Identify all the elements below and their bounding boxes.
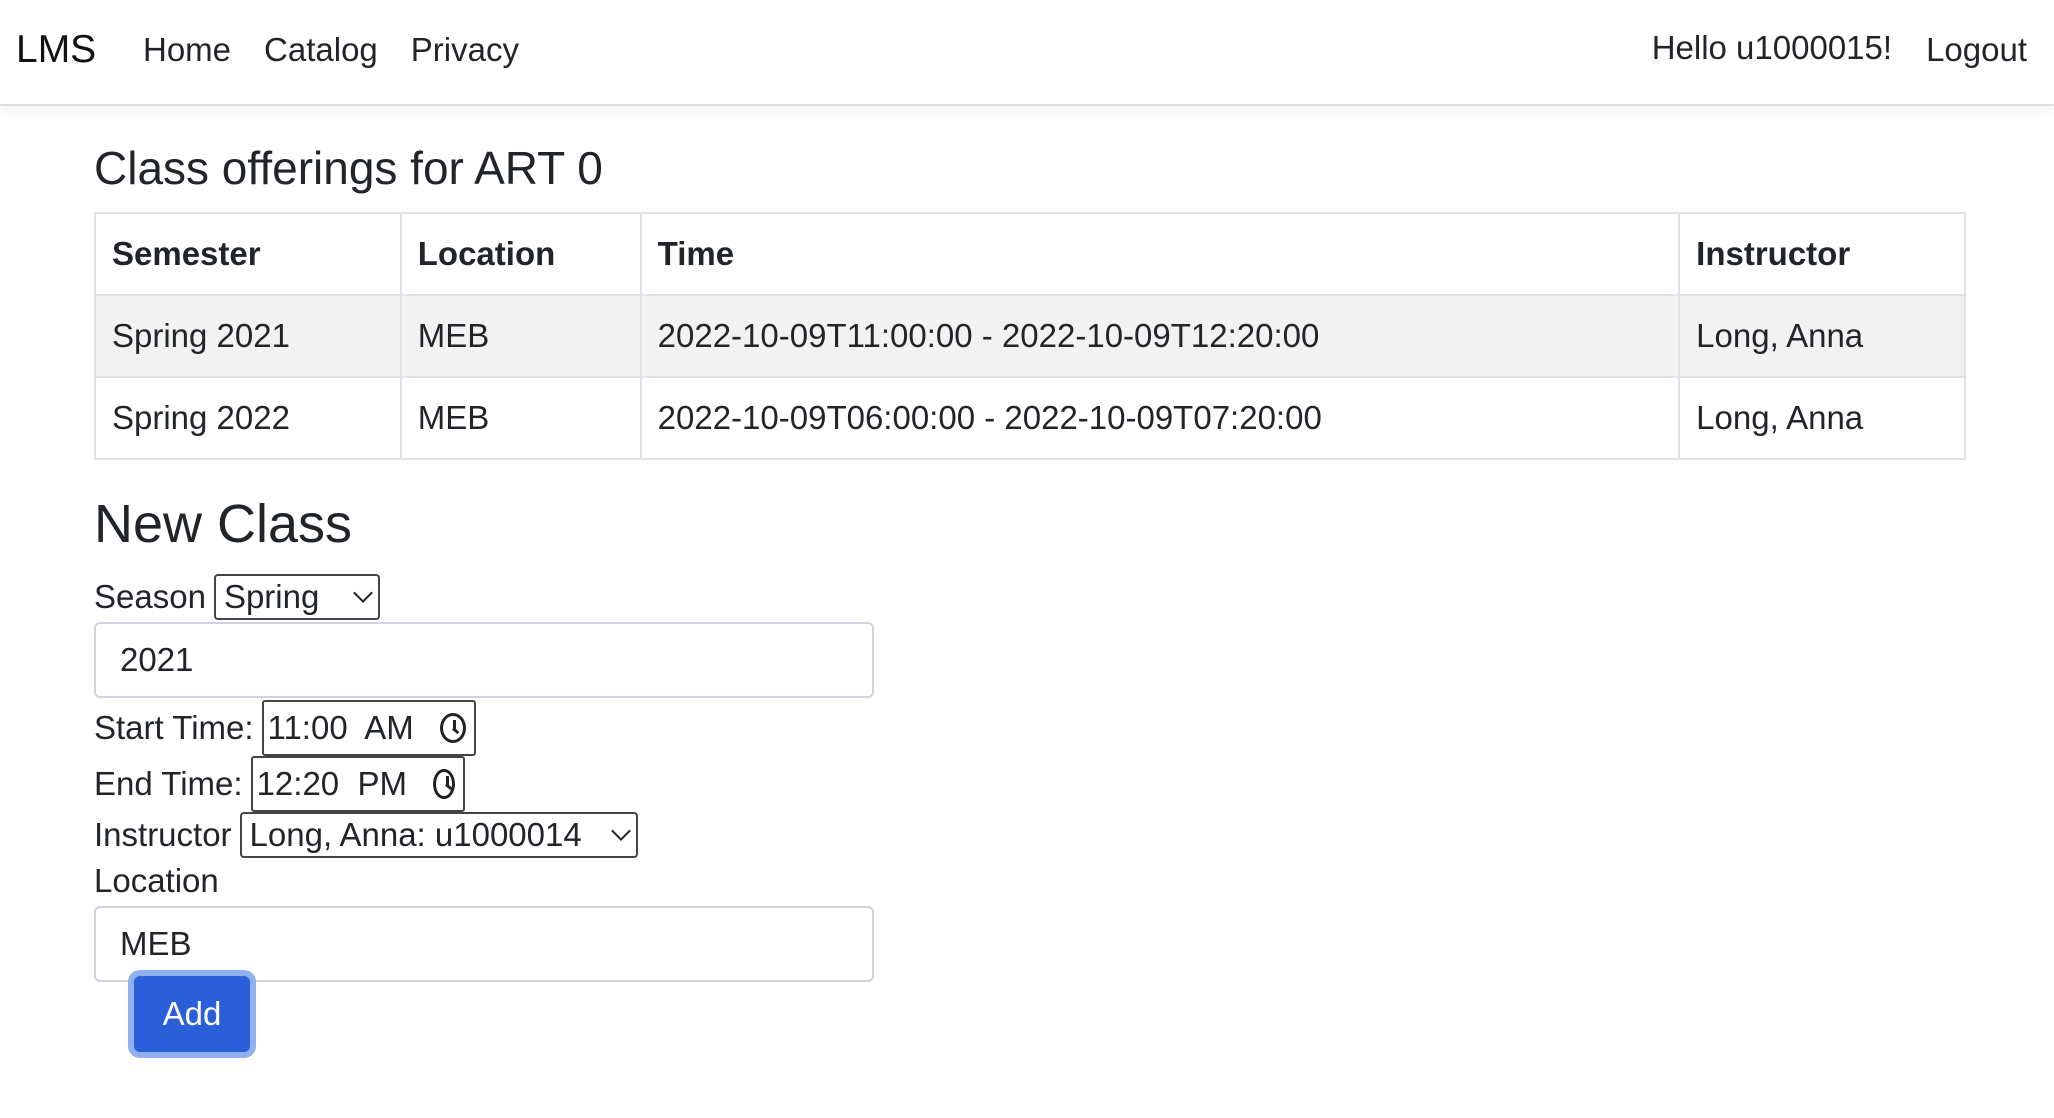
cell-instructor: Long, Anna [1678,376,1966,460]
logout-link[interactable]: Logout [1926,26,2027,74]
chevron-down-icon [353,583,373,603]
clock-icon[interactable] [439,713,466,743]
user-greeting[interactable]: Hello u1000015! [1652,24,1892,72]
nav-link-catalog[interactable]: Catalog [264,26,378,74]
instructor-select-value: Long, Anna: u1000014 [249,816,582,853]
top-navbar: LMS Home Catalog Privacy Hello u1000015!… [0,0,2054,106]
table-header-row: Semester Location Time Instructor [94,212,1966,296]
start-time-value: 11:00 AM [267,709,414,746]
location-label: Location [94,862,219,899]
clock-icon[interactable] [433,769,455,799]
new-class-title: New Class [94,494,353,554]
end-time-label: End Time: [94,765,243,802]
start-time-input[interactable]: 11:00 AM [261,700,476,756]
add-button[interactable]: Add [134,976,250,1052]
end-time-value: 12:20 PM [256,765,407,802]
cell-semester: Spring 2022 [94,376,402,460]
class-offerings-table: Semester Location Time Instructor Spring… [94,212,1966,460]
start-time-row: Start Time: 11:00 AM [94,700,476,756]
season-select-value: Spring [223,578,320,615]
offerings-title: Class offerings for ART 0 [94,142,603,194]
column-header-instructor: Instructor [1678,212,1966,296]
column-header-semester: Semester [94,212,402,296]
season-row: Season Spring [94,574,380,620]
end-time-input[interactable]: 12:20 PM [250,756,465,812]
season-label: Season [94,578,206,615]
cell-time: 2022-10-09T11:00:00 - 2022-10-09T12:20:0… [639,294,1681,378]
cell-instructor: Long, Anna [1678,294,1966,378]
nav-link-home[interactable]: Home [143,26,231,74]
nav-link-privacy[interactable]: Privacy [411,26,519,74]
cell-location: MEB [399,376,642,460]
brand-logo[interactable]: LMS [16,26,96,74]
location-label-row: Location [94,861,219,901]
column-header-location: Location [399,212,642,296]
cell-location: MEB [399,294,642,378]
chevron-down-icon [610,821,631,841]
instructor-row: Instructor Long, Anna: u1000014 [94,812,638,858]
cell-semester: Spring 2021 [94,294,402,378]
season-select[interactable]: Spring [213,574,380,620]
table-row: Spring 2022 MEB 2022-10-09T06:00:00 - 20… [94,376,1966,460]
start-time-label: Start Time: [94,709,254,746]
column-header-time: Time [639,212,1681,296]
location-input[interactable]: MEB [94,906,874,982]
user-nav: Hello u1000015! Logout [1652,26,2027,74]
year-input[interactable]: 2021 [94,622,874,698]
end-time-row: End Time: 12:20 PM [94,756,465,812]
table-row: Spring 2021 MEB 2022-10-09T11:00:00 - 20… [94,294,1966,378]
instructor-select[interactable]: Long, Anna: u1000014 [239,812,638,858]
cell-time: 2022-10-09T06:00:00 - 2022-10-09T07:20:0… [639,376,1681,460]
instructor-label: Instructor [94,816,232,853]
nav-links: Home Catalog Privacy [143,26,519,74]
